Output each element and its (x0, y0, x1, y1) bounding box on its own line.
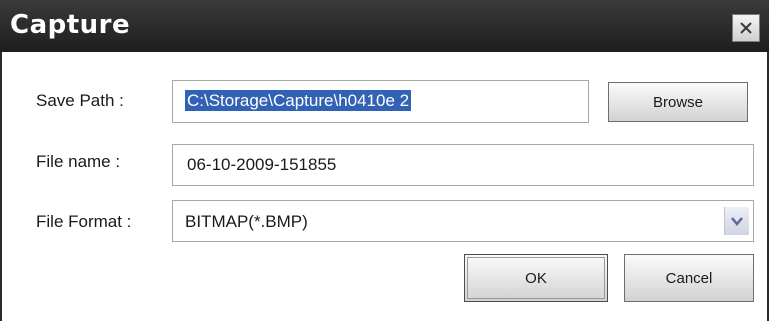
dialog-body: Save Path : C:\Storage\Capture\h0410e 2 … (2, 52, 767, 321)
file-name-label: File name : (36, 152, 121, 171)
save-path-input[interactable]: C:\Storage\Capture\h0410e 2 (172, 80, 589, 123)
file-format-label: File Format : (36, 212, 132, 231)
file-format-value: BITMAP(*.BMP) (185, 212, 308, 231)
save-path-value: C:\Storage\Capture\h0410e 2 (185, 90, 412, 111)
save-path-label: Save Path : (36, 91, 124, 110)
dialog-title: Capture (10, 10, 131, 40)
ok-button[interactable]: OK (464, 254, 608, 302)
close-icon (740, 22, 752, 34)
capture-dialog: Capture Save Path : C:\Storage\Capture\h… (0, 0, 769, 321)
browse-button[interactable]: Browse (608, 82, 748, 122)
file-name-input[interactable]: 06-10-2009-151855 (172, 144, 754, 186)
title-bar[interactable]: Capture (0, 0, 769, 52)
file-format-select[interactable]: BITMAP(*.BMP) (172, 200, 754, 242)
chevron-down-icon[interactable] (724, 207, 749, 235)
cancel-button[interactable]: Cancel (624, 254, 754, 302)
close-button[interactable] (732, 14, 760, 42)
file-name-value: 06-10-2009-151855 (187, 155, 337, 174)
